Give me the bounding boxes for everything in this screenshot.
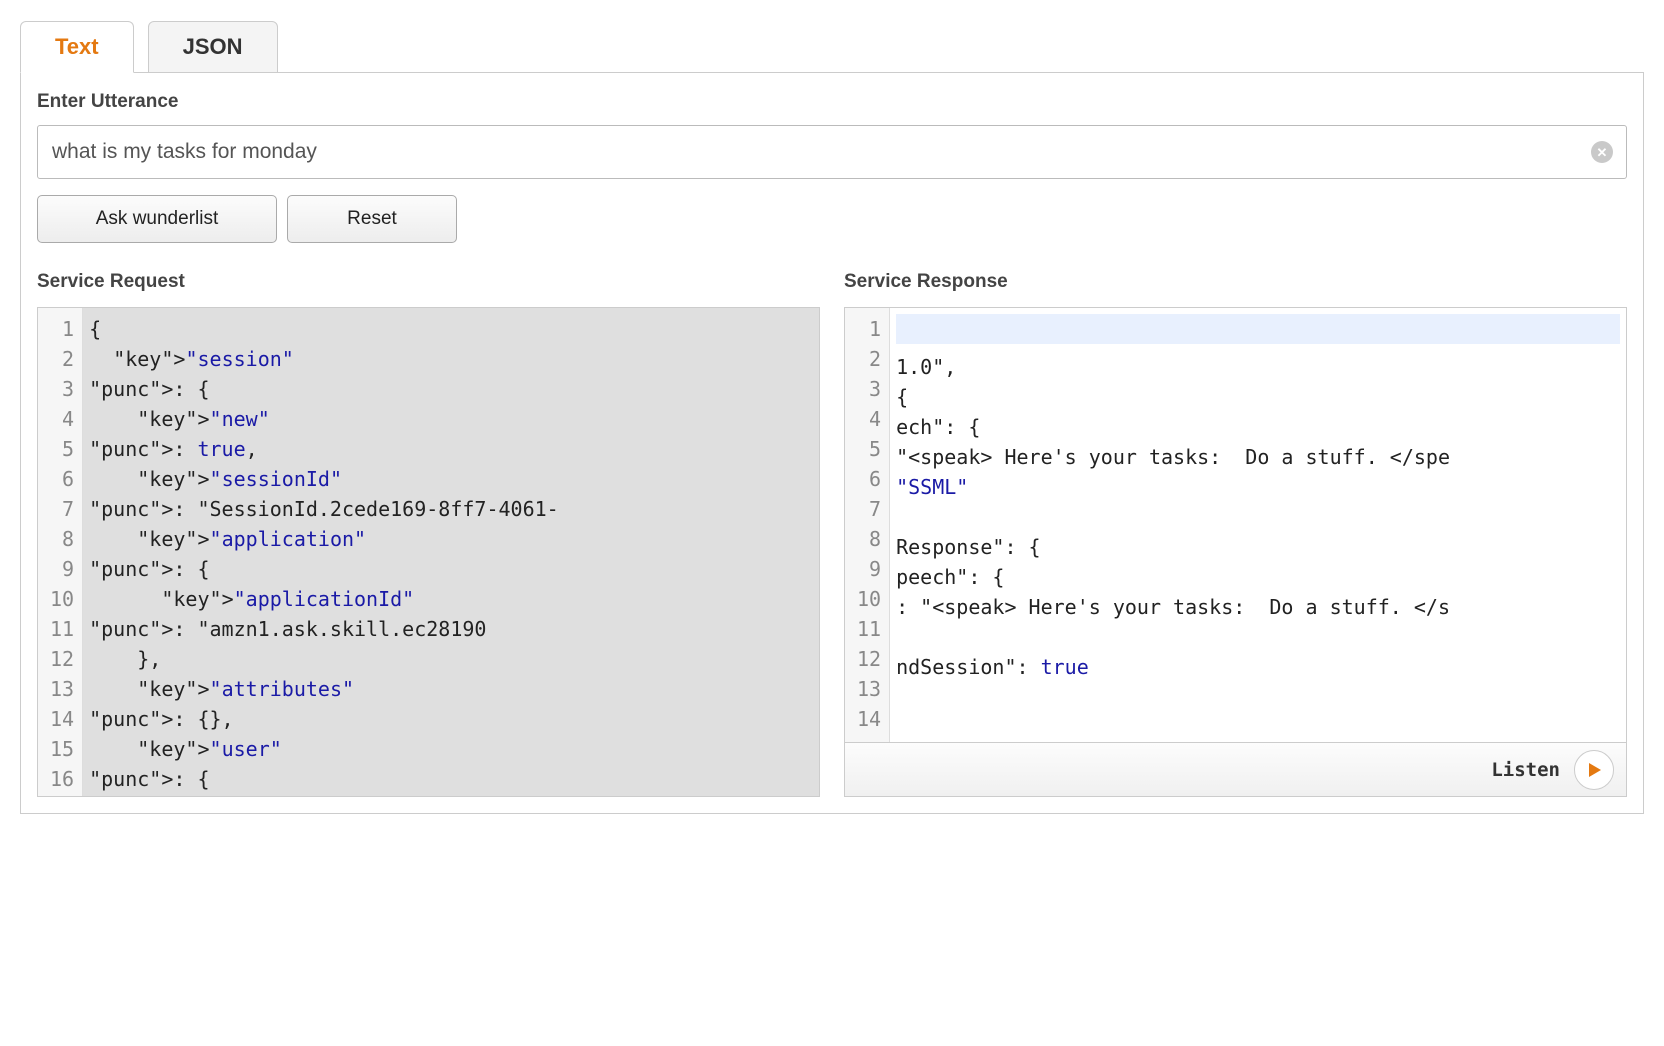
response-editor[interactable]: 1 2 3 4 5 6 7 8 9 10 11 12 13 14 1.0",{e… — [844, 307, 1627, 797]
play-button[interactable] — [1574, 750, 1614, 790]
ask-button[interactable]: Ask wunderlist — [37, 195, 277, 243]
request-code[interactable]: { "key">"session""punc">: { "key">"new""… — [83, 308, 819, 796]
request-editor[interactable]: 1 2 3 4 5 6 7 8 9 10 11 12 13 14 15 16 {… — [37, 307, 820, 797]
response-gutter: 1 2 3 4 5 6 7 8 9 10 11 12 13 14 — [845, 308, 890, 796]
utterance-input-wrap — [37, 125, 1627, 179]
reset-button[interactable]: Reset — [287, 195, 457, 243]
response-code[interactable]: 1.0",{ech": {"<speak> Here's your tasks:… — [890, 308, 1626, 796]
tab-text[interactable]: Text — [20, 21, 134, 73]
clear-icon[interactable] — [1591, 141, 1613, 163]
tabs: Text JSON — [20, 20, 1644, 72]
request-gutter: 1 2 3 4 5 6 7 8 9 10 11 12 13 14 15 16 — [38, 308, 83, 796]
utterance-input[interactable] — [37, 125, 1627, 179]
button-row: Ask wunderlist Reset — [37, 195, 1627, 243]
panel: Enter Utterance Ask wunderlist Reset Ser… — [20, 72, 1644, 814]
utterance-label: Enter Utterance — [37, 91, 1627, 113]
play-icon — [1586, 762, 1602, 778]
listen-label: Listen — [1491, 759, 1560, 781]
request-header: Service Request — [37, 271, 820, 293]
response-column: Service Response 1 2 3 4 5 6 7 8 9 10 11… — [844, 271, 1627, 797]
response-header: Service Response — [844, 271, 1627, 293]
tab-json[interactable]: JSON — [148, 21, 278, 73]
request-column: Service Request 1 2 3 4 5 6 7 8 9 10 11 … — [37, 271, 820, 797]
columns: Service Request 1 2 3 4 5 6 7 8 9 10 11 … — [37, 271, 1627, 797]
listen-bar: Listen — [845, 742, 1626, 796]
